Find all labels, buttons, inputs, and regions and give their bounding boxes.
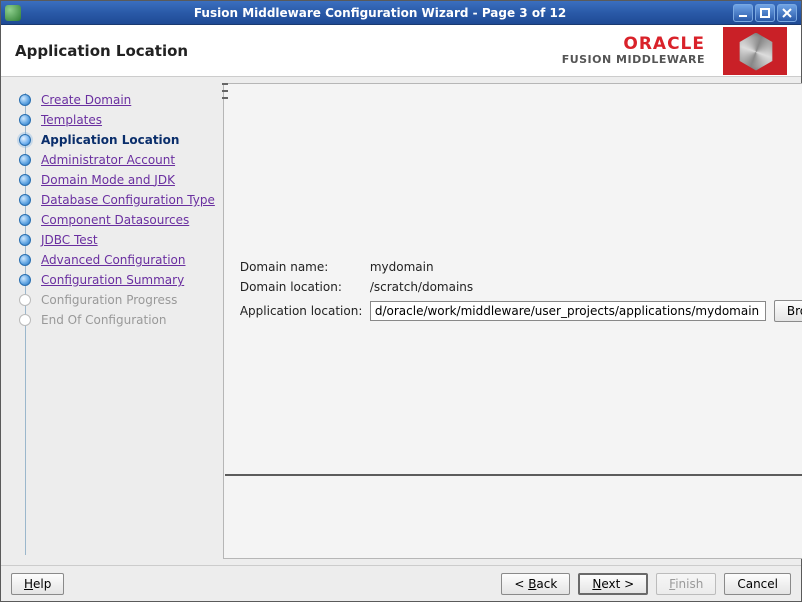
brand-fusion-middleware: FUSION MIDDLEWARE: [562, 54, 705, 66]
step-dot-icon: [19, 314, 31, 326]
browse-button[interactable]: Browse: [774, 300, 802, 322]
domain-location-value: /scratch/domains: [370, 280, 473, 294]
header-bar: Application Location ORACLE FUSION MIDDL…: [1, 25, 801, 77]
domain-location-label: Domain location:: [240, 280, 370, 294]
page-title: Application Location: [15, 42, 562, 60]
wizard-step-label[interactable]: Create Domain: [41, 93, 131, 107]
oracle-brand: ORACLE FUSION MIDDLEWARE: [562, 27, 787, 75]
domain-name-label: Domain name:: [240, 260, 370, 274]
application-location-input[interactable]: [370, 301, 766, 321]
wizard-step-label: End Of Configuration: [41, 313, 166, 327]
step-dot-icon: [19, 174, 31, 186]
wizard-step-label[interactable]: Advanced Configuration: [41, 253, 185, 267]
step-dot-icon: [19, 274, 31, 286]
wizard-step-label[interactable]: Configuration Summary: [41, 273, 184, 287]
application-location-label: Application location:: [240, 304, 370, 318]
wizard-step-label: Configuration Progress: [41, 293, 177, 307]
wizard-step-7[interactable]: JDBC Test: [19, 233, 215, 247]
wizard-step-3[interactable]: Administrator Account: [19, 153, 215, 167]
step-dot-icon: [19, 214, 31, 226]
wizard-step-11: End Of Configuration: [19, 313, 215, 327]
finish-button: Finish: [656, 573, 716, 595]
titlebar[interactable]: Fusion Middleware Configuration Wizard -…: [1, 1, 801, 25]
step-dot-icon: [19, 154, 31, 166]
step-dot-icon: [19, 254, 31, 266]
step-dot-icon: [19, 234, 31, 246]
wizard-step-label[interactable]: JDBC Test: [41, 233, 98, 247]
wizard-step-label[interactable]: Database Configuration Type: [41, 193, 215, 207]
wizard-step-sidebar: Create Domain Templates Application Locati…: [1, 77, 223, 565]
step-dot-icon: [19, 134, 31, 146]
wizard-step-8[interactable]: Advanced Configuration: [19, 253, 215, 267]
app-icon: [5, 5, 21, 21]
wizard-step-label: Application Location: [41, 133, 179, 147]
wizard-step-label[interactable]: Templates: [41, 113, 102, 127]
wizard-step-10: Configuration Progress: [19, 293, 215, 307]
wizard-step-0[interactable]: Create Domain: [19, 93, 215, 107]
help-button-rest: elp: [33, 577, 51, 591]
step-dot-icon: [19, 194, 31, 206]
window-title: Fusion Middleware Configuration Wizard -…: [27, 6, 733, 20]
wizard-step-9[interactable]: Configuration Summary: [19, 273, 215, 287]
next-button[interactable]: Next >: [578, 573, 648, 595]
step-dot-icon: [19, 94, 31, 106]
brand-oracle: ORACLE: [562, 35, 705, 54]
maximize-button[interactable]: [755, 4, 775, 22]
panel-grip-icon: [222, 83, 230, 99]
close-button[interactable]: [777, 4, 797, 22]
brand-badge-icon: [723, 27, 787, 75]
wizard-step-6[interactable]: Component Datasources: [19, 213, 215, 227]
domain-name-value: mydomain: [370, 260, 434, 274]
help-button[interactable]: Help: [11, 573, 64, 595]
cancel-button[interactable]: Cancel: [724, 573, 791, 595]
step-dot-icon: [19, 294, 31, 306]
wizard-step-label[interactable]: Domain Mode and JDK: [41, 173, 175, 187]
step-dot-icon: [19, 114, 31, 126]
wizard-step-label[interactable]: Administrator Account: [41, 153, 175, 167]
wizard-step-1[interactable]: Templates: [19, 113, 215, 127]
back-button[interactable]: < Back: [501, 573, 570, 595]
wizard-step-label[interactable]: Component Datasources: [41, 213, 189, 227]
wizard-button-bar: Help < Back Next > Finish Cancel: [1, 565, 801, 601]
wizard-step-4[interactable]: Domain Mode and JDK: [19, 173, 215, 187]
minimize-button[interactable]: [733, 4, 753, 22]
main-panel: Domain name: mydomain Domain location: /…: [223, 83, 802, 559]
message-panel: [225, 474, 802, 558]
wizard-step-2: Application Location: [19, 133, 215, 147]
wizard-step-5[interactable]: Database Configuration Type: [19, 193, 215, 207]
